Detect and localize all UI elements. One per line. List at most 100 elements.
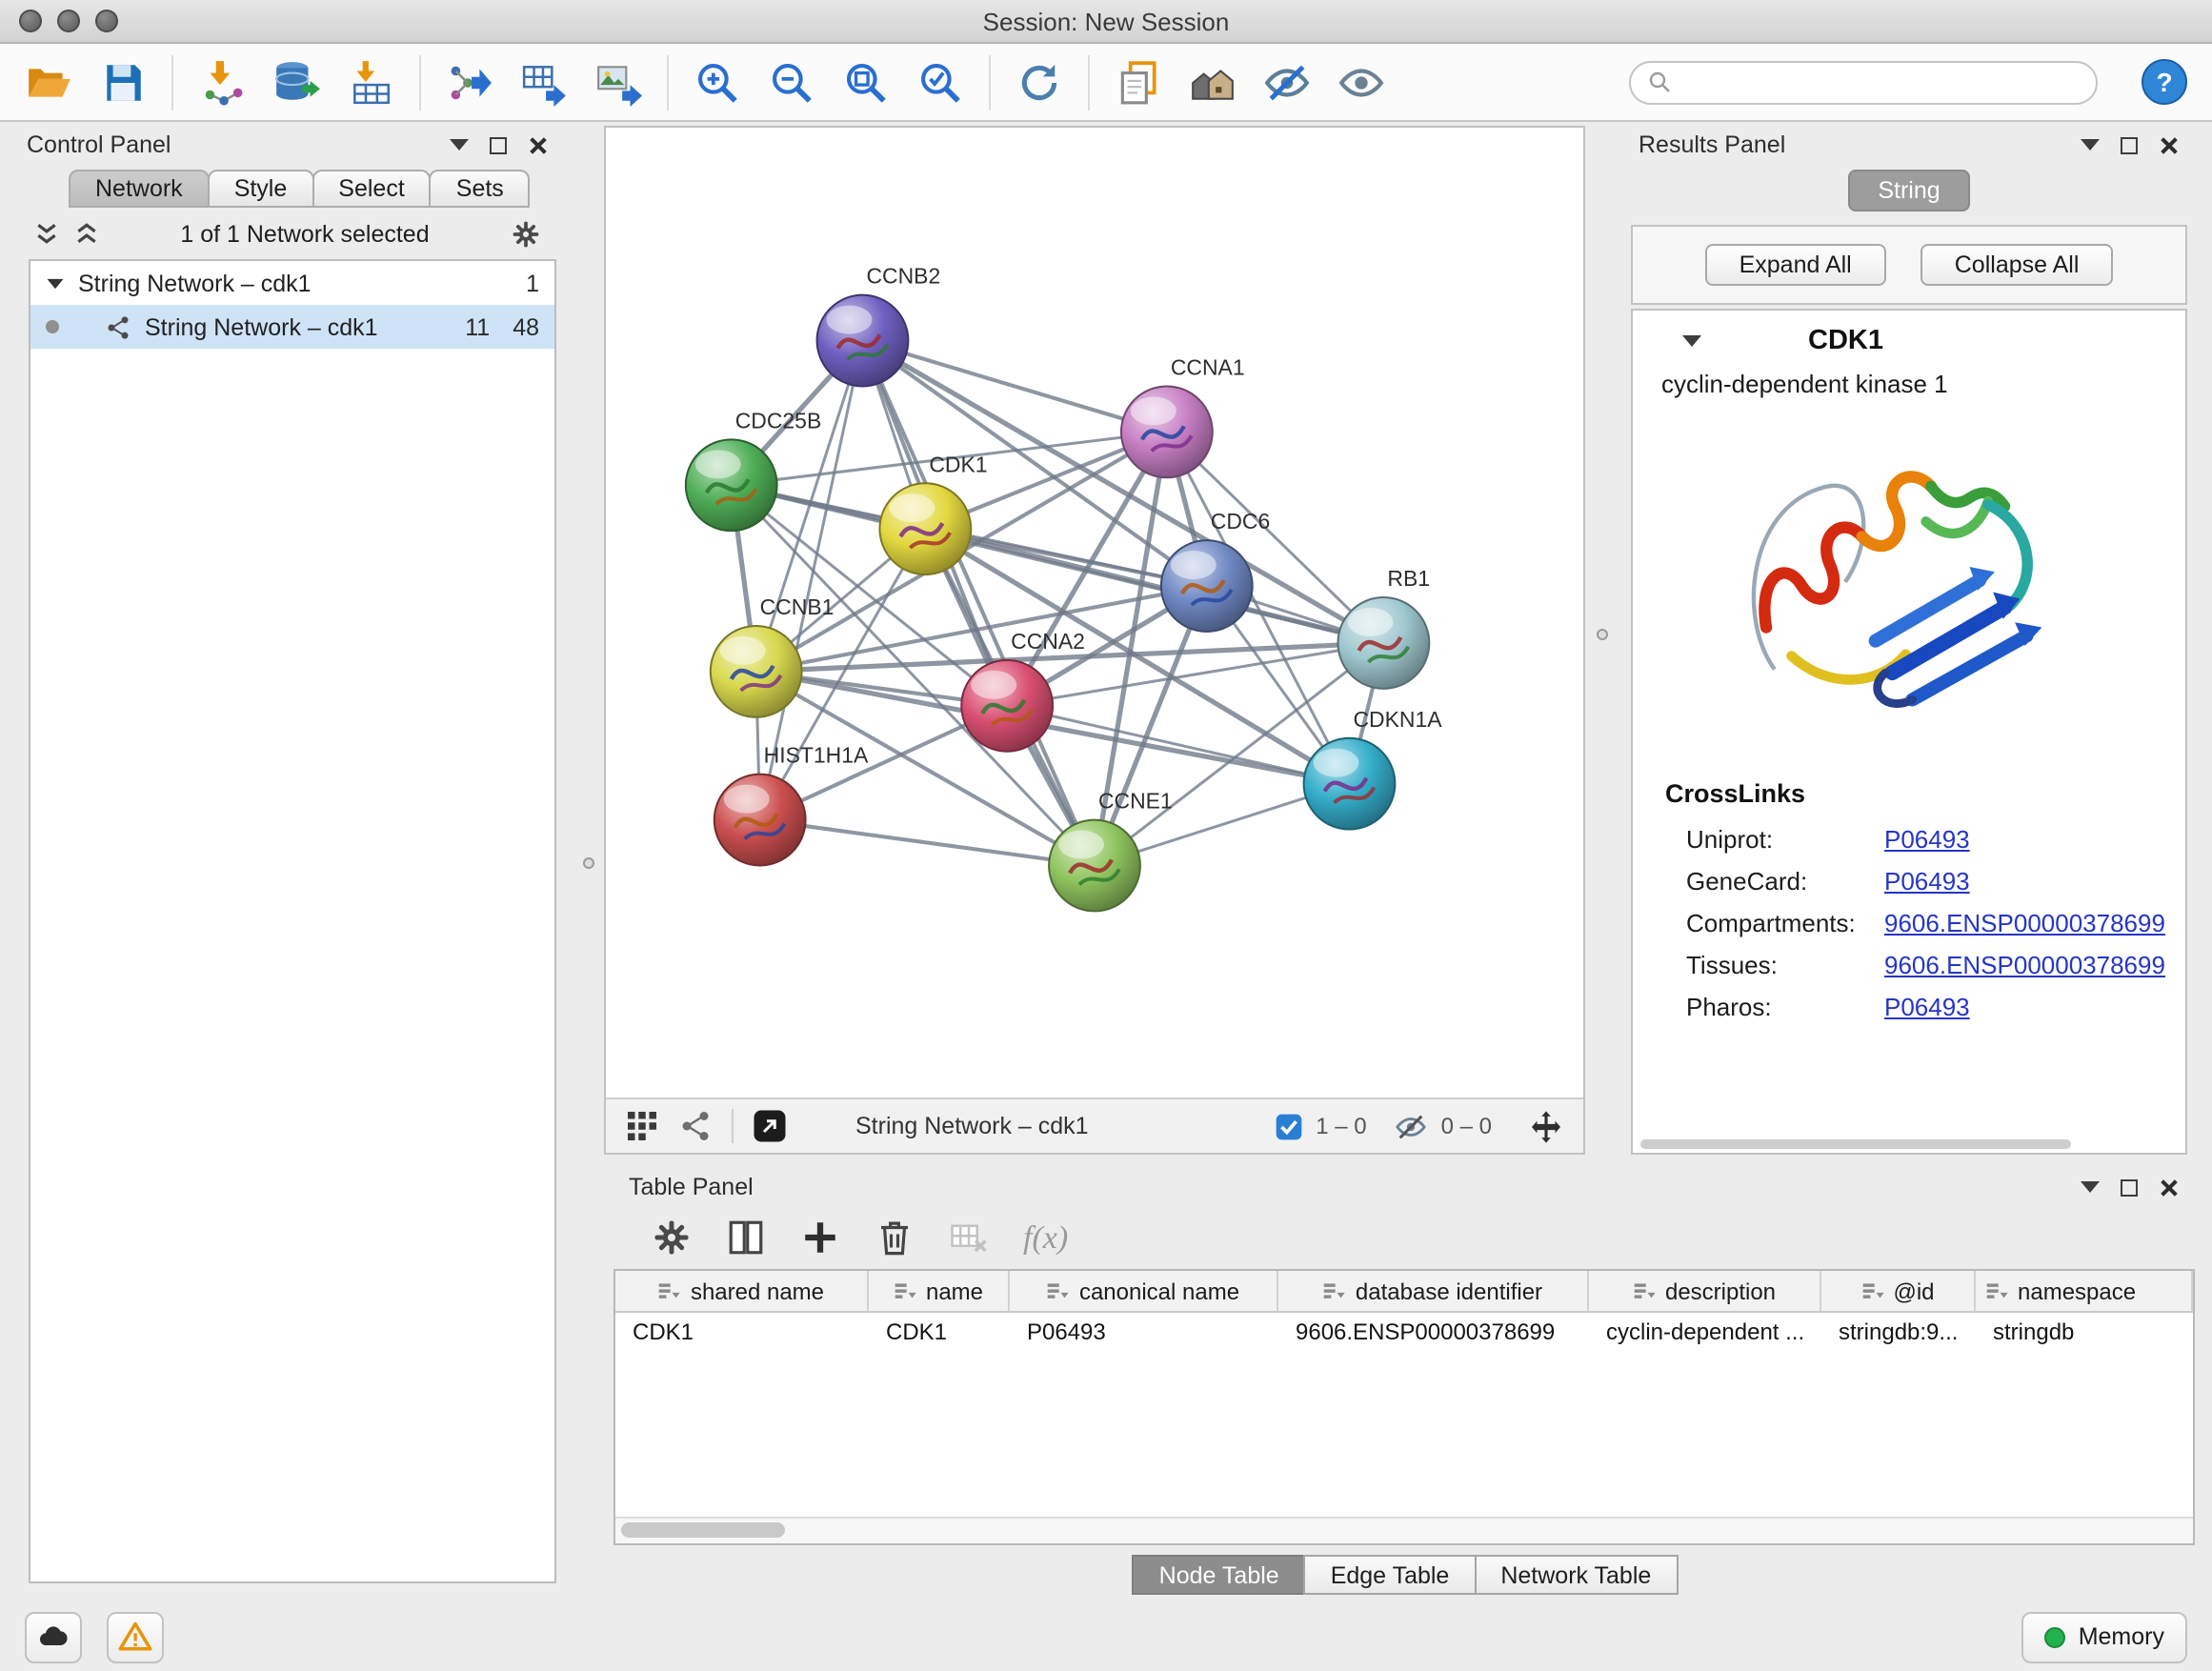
tab-node-table[interactable]: Node Table xyxy=(1133,1555,1306,1595)
import-network-file-button[interactable] xyxy=(196,56,248,108)
network-edge[interactable] xyxy=(760,820,1095,866)
selected-checkbox-icon[interactable] xyxy=(1274,1112,1302,1140)
column-header[interactable]: namespace xyxy=(1976,1271,2193,1311)
cell-name[interactable]: CDK1 xyxy=(869,1319,1010,1345)
compartments-link[interactable]: 9606.ENSP00000378699 xyxy=(1884,908,2165,936)
tab-select[interactable]: Select xyxy=(312,170,432,208)
column-header[interactable]: database identifier xyxy=(1278,1271,1589,1311)
expand-all-icon[interactable] xyxy=(74,221,99,246)
export-table-button[interactable] xyxy=(518,56,570,108)
open-session-button[interactable] xyxy=(23,56,74,108)
network-canvas[interactable]: CCNB2CCNA1CDC25BCDK1CDC6RB1CCNB1CCNA2CDK… xyxy=(606,128,1583,1097)
help-button[interactable]: ? xyxy=(2140,57,2189,107)
network-node-CCNB2[interactable]: CCNB2 xyxy=(817,264,941,387)
refresh-layout-button[interactable] xyxy=(1014,56,1065,108)
network-collection-row[interactable]: String Network – cdk1 1 xyxy=(30,261,554,305)
table-horizontal-scrollbar[interactable] xyxy=(615,1517,2193,1543)
tab-network-table[interactable]: Network Table xyxy=(1474,1555,1678,1595)
tab-sets[interactable]: Sets xyxy=(430,170,531,208)
welcome-screen-button[interactable] xyxy=(1187,56,1238,108)
column-header[interactable]: shared name xyxy=(615,1271,869,1311)
delete-column-button[interactable] xyxy=(875,1218,915,1258)
copy-document-button[interactable] xyxy=(1113,56,1164,108)
show-graphics-button[interactable] xyxy=(1336,56,1387,108)
panel-close-icon[interactable] xyxy=(2159,1177,2180,1198)
uniprot-link[interactable]: P06493 xyxy=(1884,824,1970,853)
export-image-button[interactable] xyxy=(593,56,644,108)
import-network-database-button[interactable] xyxy=(271,56,322,108)
pan-crosshair-icon[interactable] xyxy=(1528,1108,1564,1144)
tab-string[interactable]: String xyxy=(1847,170,1970,211)
collapse-all-button[interactable]: Collapse All xyxy=(1920,244,2114,286)
cell-database-identifier[interactable]: 9606.ENSP00000378699 xyxy=(1278,1319,1589,1345)
birdseye-view-button[interactable] xyxy=(678,1109,713,1143)
column-header[interactable]: description xyxy=(1589,1271,1821,1311)
show-columns-button[interactable] xyxy=(726,1218,766,1258)
panel-float-icon[interactable] xyxy=(2121,1178,2138,1196)
tab-edge-table[interactable]: Edge Table xyxy=(1304,1555,1477,1595)
column-header[interactable]: canonical name xyxy=(1010,1271,1278,1311)
grid-view-button[interactable] xyxy=(625,1109,659,1143)
cloud-status-button[interactable] xyxy=(25,1611,82,1662)
import-table-button[interactable] xyxy=(345,56,396,108)
warnings-button[interactable] xyxy=(107,1611,164,1662)
expand-all-button[interactable]: Expand All xyxy=(1705,244,1886,286)
panel-float-icon[interactable] xyxy=(2121,136,2138,153)
collapse-all-icon[interactable] xyxy=(34,221,59,246)
genecard-link[interactable]: P06493 xyxy=(1884,866,1970,895)
panel-float-icon[interactable] xyxy=(490,136,507,153)
network-graph[interactable]: CCNB2CCNA1CDC25BCDK1CDC6RB1CCNB1CCNA2CDK… xyxy=(606,128,1583,1097)
network-edge[interactable] xyxy=(862,341,1095,866)
export-network-button[interactable] xyxy=(444,56,495,108)
zoom-out-button[interactable] xyxy=(766,56,817,108)
scrollbar-thumb[interactable] xyxy=(621,1522,785,1538)
network-edge[interactable] xyxy=(862,341,1166,433)
table-settings-button[interactable] xyxy=(652,1218,692,1258)
network-edge[interactable] xyxy=(1007,706,1349,784)
window-close-button[interactable] xyxy=(19,10,42,32)
gear-icon[interactable] xyxy=(511,218,541,249)
cell-canonical-name[interactable]: P06493 xyxy=(1010,1319,1278,1345)
panel-close-icon[interactable] xyxy=(2159,134,2180,155)
panel-close-icon[interactable] xyxy=(528,134,549,155)
zoom-selected-button[interactable] xyxy=(915,56,966,108)
memory-button[interactable]: Memory xyxy=(2021,1611,2187,1662)
save-session-button[interactable] xyxy=(97,56,149,108)
splitter-handle[interactable] xyxy=(583,857,594,869)
card-scrollbar[interactable] xyxy=(1640,1139,2071,1149)
tissues-link[interactable]: 9606.ENSP00000378699 xyxy=(1884,950,2165,978)
cell-shared-name[interactable]: CDK1 xyxy=(615,1319,869,1345)
collapse-section-icon[interactable] xyxy=(1682,335,1701,347)
pharos-link[interactable]: P06493 xyxy=(1884,992,1970,1020)
cell-description[interactable]: cyclin-dependent ... xyxy=(1589,1319,1821,1345)
hide-graphics-button[interactable] xyxy=(1261,56,1313,108)
splitter-handle[interactable] xyxy=(1597,629,1608,640)
window-minimize-button[interactable] xyxy=(57,10,80,32)
window-zoom-button[interactable] xyxy=(95,10,118,32)
column-header[interactable]: name xyxy=(869,1271,1010,1311)
network-node-CDC25B[interactable]: CDC25B xyxy=(686,408,821,531)
network-node-HIST1H1A[interactable]: HIST1H1A xyxy=(714,743,869,866)
zoom-fit-button[interactable] xyxy=(840,56,892,108)
panel-menu-icon[interactable] xyxy=(2081,139,2100,151)
tab-style[interactable]: Style xyxy=(208,170,314,208)
network-node-CCNB1[interactable]: CCNB1 xyxy=(711,594,835,717)
hidden-eye-slash-icon[interactable] xyxy=(1396,1110,1428,1142)
column-header[interactable]: @id xyxy=(1821,1271,1976,1311)
panel-menu-icon[interactable] xyxy=(450,139,469,151)
cell-at-id[interactable]: stringdb:9... xyxy=(1821,1319,1976,1345)
search-input[interactable] xyxy=(1682,67,2079,97)
network-node-RB1[interactable]: RB1 xyxy=(1338,566,1431,689)
tree-expand-icon[interactable] xyxy=(48,278,64,288)
table-row[interactable]: CDK1 CDK1 P06493 9606.ENSP00000378699 cy… xyxy=(615,1313,2193,1351)
tab-network[interactable]: Network xyxy=(69,170,210,208)
add-column-button[interactable] xyxy=(800,1218,840,1258)
function-builder-button[interactable]: f(x) xyxy=(1023,1218,1068,1257)
detach-view-button[interactable] xyxy=(753,1109,787,1143)
cell-namespace[interactable]: stringdb xyxy=(1976,1319,2193,1345)
network-node-CDKN1A[interactable]: CDKN1A xyxy=(1304,707,1443,830)
panel-menu-icon[interactable] xyxy=(2081,1181,2100,1193)
zoom-in-button[interactable] xyxy=(692,56,743,108)
network-node-CCNA1[interactable]: CCNA1 xyxy=(1121,354,1245,477)
network-row[interactable]: String Network – cdk1 11 48 xyxy=(30,305,554,349)
